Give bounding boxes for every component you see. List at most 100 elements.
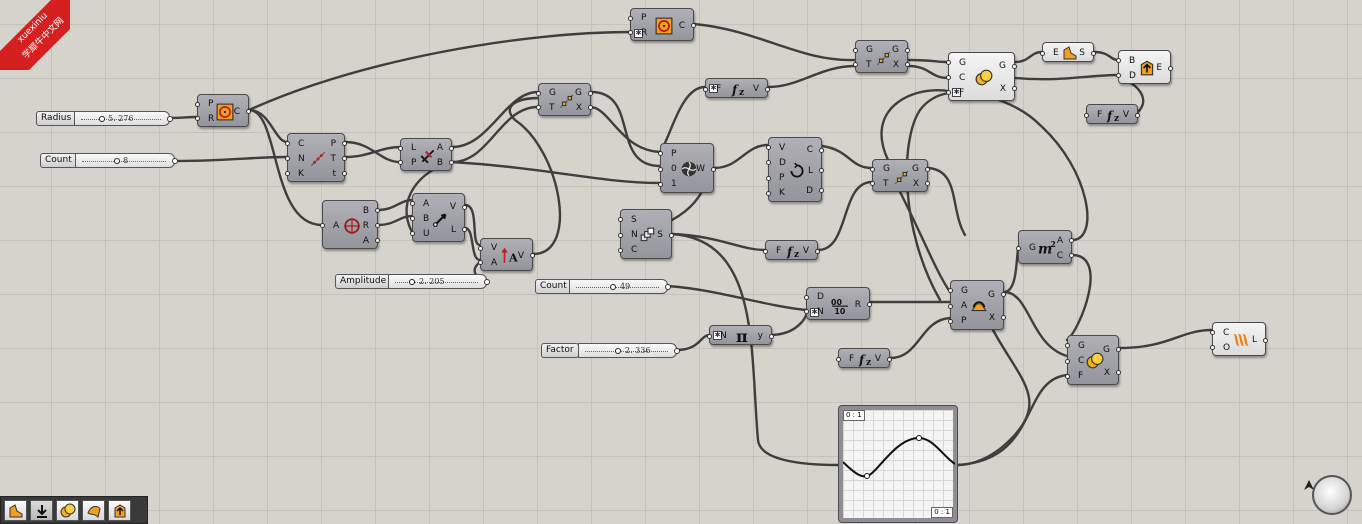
port-dot[interactable] <box>819 147 824 153</box>
output-port-r[interactable]: R <box>363 221 369 231</box>
output-port-v[interactable]: V <box>875 354 881 364</box>
output-port-g[interactable]: G <box>912 164 919 174</box>
port-dot[interactable] <box>1210 330 1215 335</box>
input-port-p[interactable]: P <box>779 173 784 183</box>
component-circle-top[interactable]: ✱ PRC <box>628 8 696 41</box>
port-dot[interactable] <box>530 253 535 258</box>
port-dot[interactable] <box>658 166 663 172</box>
component-expression-low[interactable]: F Vfz <box>836 348 892 368</box>
output-port-g[interactable]: G <box>999 61 1006 71</box>
input-port-n[interactable]: N <box>817 307 824 317</box>
output-port-c[interactable]: C <box>807 145 813 155</box>
port-dot[interactable] <box>1116 58 1121 63</box>
input-port-a[interactable]: A <box>423 199 429 209</box>
output-port-v[interactable]: V <box>803 246 809 256</box>
port-dot[interactable] <box>536 90 541 96</box>
port-dot[interactable] <box>1116 73 1121 78</box>
port-dot[interactable] <box>1116 370 1121 375</box>
output-port-b[interactable]: B <box>363 206 369 216</box>
slider-factor[interactable]: Factor 2. 336 <box>541 343 680 358</box>
input-port-f[interactable]: F <box>776 246 781 256</box>
graph-handle[interactable] <box>916 435 922 441</box>
input-port-t[interactable]: T <box>883 179 889 189</box>
port-dot[interactable] <box>410 231 415 236</box>
component-divide-curve[interactable]: CNK PTt <box>285 133 347 182</box>
port-dot[interactable] <box>375 238 380 243</box>
component-bake[interactable]: BD E <box>1116 50 1173 84</box>
component-extrude[interactable]: ES <box>1040 42 1096 62</box>
input-port-b[interactable]: B <box>1129 56 1135 66</box>
port-dot[interactable] <box>1012 63 1017 69</box>
component-move-1[interactable]: GTGX <box>536 83 593 116</box>
port-dot[interactable] <box>1001 292 1006 297</box>
slider-track[interactable]: 2. 205 <box>388 274 490 289</box>
output-port-p[interactable]: P <box>331 139 336 149</box>
port-dot[interactable] <box>410 201 415 206</box>
output-port-a[interactable]: A <box>1057 236 1063 246</box>
input-port-1[interactable]: 1 <box>671 179 677 189</box>
port-dot[interactable] <box>766 160 771 166</box>
input-port-f[interactable]: F <box>1078 371 1083 381</box>
output-port-s[interactable]: S <box>1079 48 1085 58</box>
output-port-l[interactable]: L <box>451 225 456 235</box>
port-dot[interactable] <box>1210 345 1215 350</box>
port-dot[interactable] <box>948 288 953 294</box>
output-port-x[interactable]: X <box>576 103 582 113</box>
input-port-b[interactable]: B <box>423 214 429 224</box>
output-port-c[interactable]: C <box>1057 251 1063 261</box>
slider-track[interactable]: 8 <box>75 153 178 168</box>
component-curve-frame[interactable]: LP AB <box>398 138 454 171</box>
port-dot[interactable] <box>618 232 623 238</box>
port-dot[interactable] <box>285 141 290 146</box>
component-move-top[interactable]: GTGX <box>853 40 910 73</box>
input-port-g[interactable]: G <box>1078 341 1085 351</box>
graph-mapper[interactable]: 0 : 1 0 : 1 <box>838 405 958 523</box>
input-port-r[interactable]: R <box>208 114 214 124</box>
input-port-d[interactable]: D <box>1129 71 1136 81</box>
input-port-k[interactable]: K <box>298 169 304 179</box>
input-port-p[interactable]: P <box>208 99 213 109</box>
port-dot[interactable] <box>618 247 623 253</box>
component-solid-union-top[interactable]: ✱ GCFGX <box>946 52 1017 101</box>
component-curve-parameter[interactable]: VDPKCLD <box>766 137 824 202</box>
input-port-k[interactable]: K <box>779 188 785 198</box>
input-port-c[interactable]: C <box>1223 328 1229 338</box>
port-dot[interactable] <box>925 166 930 172</box>
extrude-tool-icon[interactable] <box>4 500 27 521</box>
input-port-u[interactable]: U <box>423 229 430 239</box>
port-dot[interactable] <box>618 217 623 223</box>
component-amplitude[interactable]: VAVA <box>478 238 535 271</box>
port-dot[interactable] <box>669 232 674 238</box>
port-dot[interactable] <box>449 145 454 151</box>
port-dot[interactable] <box>375 223 380 228</box>
port-dot[interactable] <box>658 181 663 187</box>
port-dot[interactable] <box>804 294 809 300</box>
slider-knob[interactable] <box>610 284 616 290</box>
component-scale[interactable]: GAPGX <box>948 280 1006 330</box>
input-port-c[interactable]: C <box>959 73 965 83</box>
port-dot[interactable] <box>766 175 771 181</box>
output-port-g[interactable]: G <box>892 45 899 55</box>
component-expression-top[interactable]: ✱ FVfz <box>703 78 770 98</box>
output-port-v[interactable]: V <box>1123 110 1129 120</box>
slider-knob[interactable] <box>409 279 415 285</box>
input-port-a[interactable]: A <box>491 258 497 268</box>
port-dot[interactable] <box>948 303 953 309</box>
input-port-t[interactable]: T <box>549 103 555 113</box>
port-dot[interactable] <box>628 15 633 21</box>
port-dot[interactable] <box>375 208 380 213</box>
port-dot[interactable] <box>887 356 892 362</box>
component-deconstruct-plane[interactable]: ABRA <box>320 200 380 249</box>
port-dot[interactable] <box>536 105 541 111</box>
surface-tool-icon[interactable] <box>82 500 105 521</box>
port-dot[interactable] <box>870 166 875 172</box>
slider-radius[interactable]: Radius 5. 276 <box>36 111 173 126</box>
graph-handle[interactable] <box>864 473 870 479</box>
output-port-x[interactable]: X <box>989 313 995 323</box>
component-solid-union-low[interactable]: GCFGX <box>1065 335 1121 385</box>
component-expression-mid[interactable]: F Vfz <box>763 240 820 260</box>
port-dot[interactable] <box>1040 50 1045 56</box>
component-area[interactable]: G ACm2 <box>1016 230 1074 264</box>
output-port-x[interactable]: X <box>913 179 919 189</box>
output-port-g[interactable]: G <box>1103 345 1110 355</box>
